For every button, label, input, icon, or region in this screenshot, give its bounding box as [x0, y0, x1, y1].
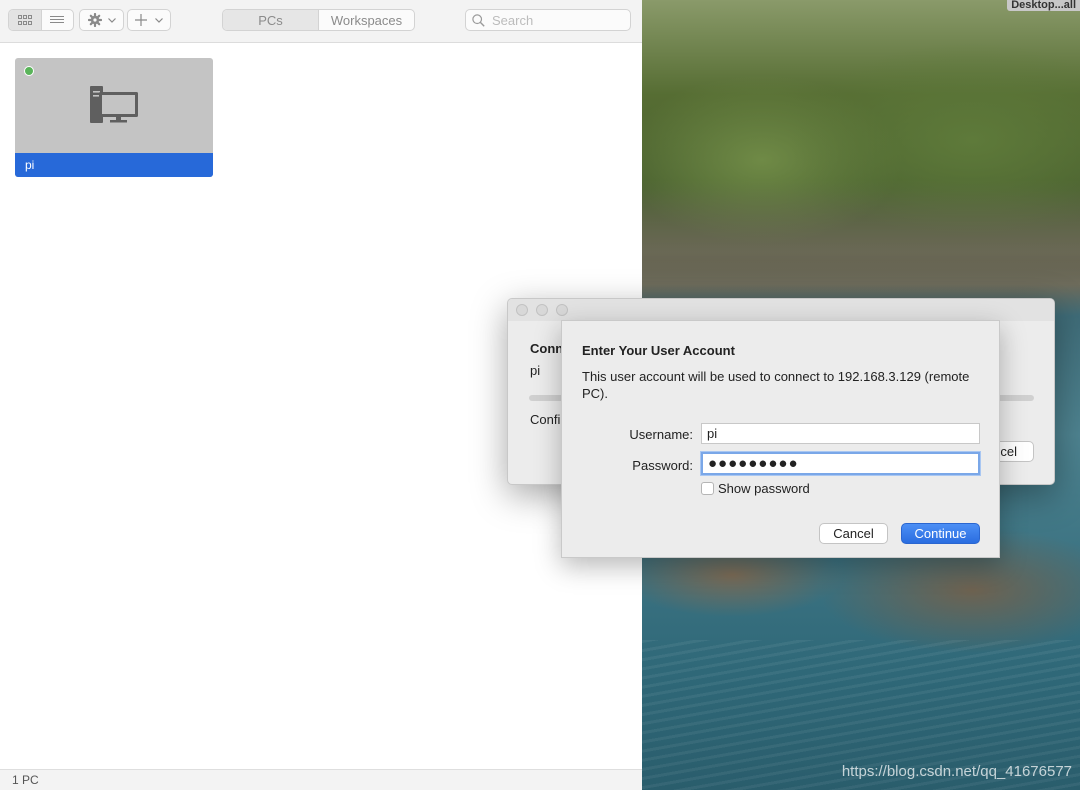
continue-button[interactable]: Continue	[901, 523, 980, 544]
show-password-row: Show password	[701, 481, 810, 496]
desktop-computer-icon	[90, 86, 138, 123]
connecting-status: Confi	[530, 412, 561, 427]
password-label: Password:	[632, 458, 693, 473]
grid-view-icon	[17, 15, 32, 25]
add-menu-button[interactable]	[127, 9, 171, 31]
password-field[interactable]: ●●●●●●●●●	[701, 452, 980, 475]
connecting-host: pi	[530, 363, 541, 378]
search-box	[465, 9, 631, 31]
pc-name-label: pi	[15, 153, 213, 177]
show-password-label[interactable]: Show password	[718, 481, 810, 496]
pc-tile[interactable]: pi	[15, 58, 213, 177]
minimize-window-button[interactable]	[536, 304, 548, 316]
username-field[interactable]	[701, 423, 980, 444]
chevron-down-icon	[107, 17, 116, 23]
plus-icon	[135, 14, 147, 26]
zoom-window-button[interactable]	[556, 304, 568, 316]
desktop-folder-label[interactable]: Desktop...all	[1007, 0, 1080, 11]
add-button-inner	[128, 10, 170, 30]
status-bar: 1 PC	[0, 769, 642, 790]
wallpaper-cliff	[642, 180, 1080, 300]
chevron-down-icon	[155, 17, 163, 23]
tab-pcs[interactable]: PCs	[223, 10, 318, 30]
password-masked-value: ●●●●●●●●●	[708, 455, 799, 472]
dialog-title: Enter Your User Account	[582, 343, 735, 358]
gear-icon	[87, 13, 102, 27]
username-label: Username:	[629, 427, 693, 442]
search-input[interactable]	[490, 11, 624, 29]
connecting-cancel-label: cel	[1000, 444, 1017, 459]
online-status-dot	[24, 66, 34, 76]
close-window-button[interactable]	[516, 304, 528, 316]
list-view-icon	[50, 16, 65, 23]
settings-menu-button[interactable]	[79, 9, 124, 31]
settings-button-inner	[80, 10, 123, 30]
cancel-button[interactable]: Cancel	[819, 523, 888, 544]
watermark-text: https://blog.csdn.net/qq_41676577	[841, 763, 1072, 780]
tab-workspaces[interactable]: Workspaces	[318, 10, 414, 30]
grid-view-button[interactable]	[9, 10, 41, 30]
view-toggle	[8, 9, 74, 31]
credentials-dialog: Enter Your User Account This user accoun…	[561, 320, 1000, 558]
view-segmented-control: PCs Workspaces	[222, 9, 415, 31]
toolbar: PCs Workspaces	[0, 0, 642, 43]
list-view-button[interactable]	[40, 10, 73, 30]
search-icon	[472, 13, 485, 27]
show-password-checkbox[interactable]	[701, 482, 714, 495]
dialog-message: This user account will be used to connec…	[582, 369, 970, 401]
connecting-heading: Conn	[530, 341, 564, 356]
window-titlebar	[508, 299, 1054, 321]
